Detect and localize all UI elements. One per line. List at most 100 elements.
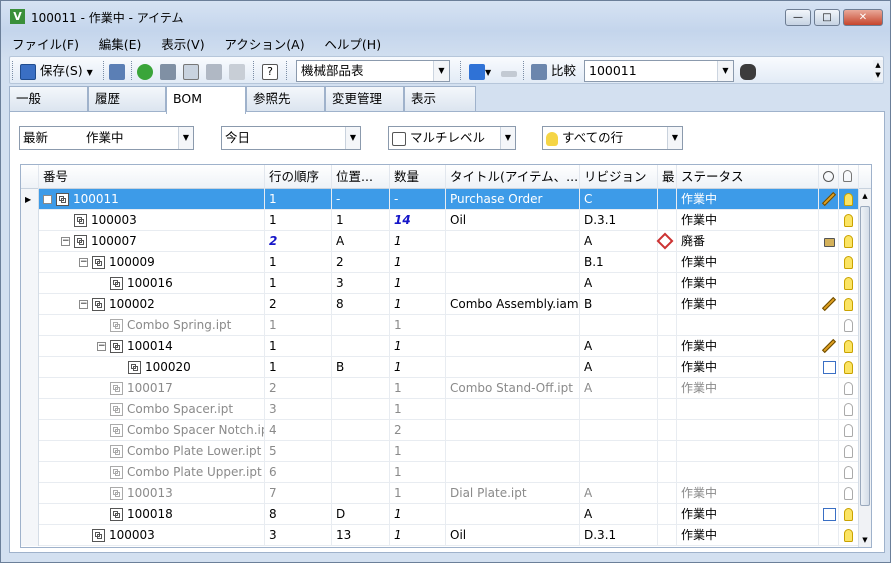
cell-number[interactable]: 100013: [39, 483, 265, 504]
cell-status[interactable]: 作業中: [677, 294, 819, 315]
cell-edit-state[interactable]: [819, 504, 839, 525]
menu-view[interactable]: 表示(V): [156, 32, 209, 55]
menu-edit[interactable]: 編集(E): [94, 32, 147, 55]
cell-position[interactable]: [332, 378, 390, 399]
cell-quantity[interactable]: 1: [390, 399, 446, 420]
cell-number[interactable]: Combo Plate Lower.ipt: [39, 441, 265, 462]
cell-edit-state[interactable]: [819, 315, 839, 336]
cell-revision[interactable]: C: [580, 189, 658, 210]
row-selector[interactable]: [21, 441, 39, 462]
cell-revision[interactable]: [580, 399, 658, 420]
cell-quantity[interactable]: 14: [390, 210, 446, 231]
cell-row-order[interactable]: 2: [265, 378, 332, 399]
find-button[interactable]: [740, 60, 756, 81]
cell-title[interactable]: [446, 420, 580, 441]
table-row[interactable]: −100007 2 A 1 A 廃番: [21, 231, 859, 252]
tab-bom[interactable]: BOM: [166, 86, 246, 114]
table-row[interactable]: Combo Spring.ipt 1 1: [21, 315, 859, 336]
cell-bulb[interactable]: [839, 294, 859, 315]
cell-bulb[interactable]: [839, 357, 859, 378]
cell-revision[interactable]: D.3.1: [580, 210, 658, 231]
cell-edit-state[interactable]: [819, 252, 839, 273]
cell-latest[interactable]: [658, 252, 677, 273]
cell-edit-state[interactable]: [819, 294, 839, 315]
close-button[interactable]: ✕: [843, 9, 883, 26]
cell-number[interactable]: 100017: [39, 378, 265, 399]
scroll-up-button[interactable]: ▲: [859, 189, 871, 203]
table-row[interactable]: 100016 1 3 1 A 作業中: [21, 273, 859, 294]
cell-title[interactable]: Combo Assembly.iam: [446, 294, 580, 315]
cell-bulb[interactable]: [839, 441, 859, 462]
collapse-toggle-icon[interactable]: −: [43, 195, 52, 204]
column-position[interactable]: 位置...: [332, 165, 390, 189]
cell-title[interactable]: Oil: [446, 525, 580, 546]
cell-status[interactable]: 作業中: [677, 525, 819, 546]
revision-filter[interactable]: 最新 作業中 ▼: [19, 126, 194, 150]
row-selector[interactable]: [21, 210, 39, 231]
cell-title[interactable]: [446, 399, 580, 420]
row-selector[interactable]: [21, 420, 39, 441]
cell-status[interactable]: 作業中: [677, 504, 819, 525]
chevron-down-icon[interactable]: ▼: [667, 127, 682, 149]
column-edit-state[interactable]: [819, 165, 839, 189]
cell-position[interactable]: [332, 441, 390, 462]
cell-revision[interactable]: B.1: [580, 252, 658, 273]
cell-row-order[interactable]: 2: [265, 294, 332, 315]
cell-latest[interactable]: [658, 504, 677, 525]
cell-number[interactable]: − 100002: [39, 294, 265, 315]
column-status[interactable]: ステータス: [677, 165, 819, 189]
cell-quantity[interactable]: 1: [390, 231, 446, 252]
link-button[interactable]: [229, 60, 245, 81]
remove-row-button[interactable]: [501, 60, 517, 81]
cell-status[interactable]: 作業中: [677, 336, 819, 357]
copy-button[interactable]: [109, 60, 125, 81]
table-row[interactable]: 100017 2 1 Combo Stand-Off.ipt A 作業中: [21, 378, 859, 399]
cell-edit-state[interactable]: [819, 210, 839, 231]
table-row[interactable]: − 100009 1 2 1 B.1 作業中: [21, 252, 859, 273]
cell-position[interactable]: [332, 483, 390, 504]
cell-title[interactable]: Combo Stand-Off.ipt: [446, 378, 580, 399]
cell-row-order[interactable]: 1: [265, 273, 332, 294]
cell-latest[interactable]: [658, 483, 677, 504]
column-row-order[interactable]: 行の順序: [265, 165, 332, 189]
row-selector[interactable]: [21, 483, 39, 504]
cell-title[interactable]: [446, 462, 580, 483]
row-selector[interactable]: [21, 294, 39, 315]
cell-latest[interactable]: [658, 525, 677, 546]
cell-revision[interactable]: [580, 420, 658, 441]
cell-quantity[interactable]: 1: [390, 504, 446, 525]
compare-combo[interactable]: 100011 ▼: [584, 60, 734, 82]
table-row[interactable]: Combo Spacer.ipt 3 1: [21, 399, 859, 420]
cell-quantity[interactable]: 1: [390, 252, 446, 273]
save-button[interactable]: 保存(S) ▼: [20, 60, 93, 81]
column-number[interactable]: 番号: [39, 165, 265, 189]
cell-latest[interactable]: [658, 210, 677, 231]
bom-view-combo[interactable]: 機械部品表 ▼: [296, 60, 450, 82]
cell-row-order[interactable]: 3: [265, 525, 332, 546]
column-bulb[interactable]: [839, 165, 859, 189]
chevron-down-icon[interactable]: ▼: [178, 127, 193, 149]
print-preview-button[interactable]: [183, 60, 199, 81]
cell-latest[interactable]: [658, 462, 677, 483]
tab-history[interactable]: 履歴: [88, 86, 166, 112]
table-row[interactable]: 100020 1 B 1 A 作業中: [21, 357, 859, 378]
cell-number[interactable]: 100018: [39, 504, 265, 525]
cell-number[interactable]: − 100009: [39, 252, 265, 273]
table-row[interactable]: Combo Plate Upper.ipt 6 1: [21, 462, 859, 483]
cell-latest[interactable]: [658, 399, 677, 420]
cell-number[interactable]: 100020: [39, 357, 265, 378]
tab-view[interactable]: 表示: [404, 86, 476, 112]
toolbar-overflow-button[interactable]: ▲ ▼: [873, 60, 883, 81]
cell-position[interactable]: A: [332, 231, 390, 252]
cell-status[interactable]: 作業中: [677, 210, 819, 231]
cell-latest[interactable]: [658, 378, 677, 399]
level-filter[interactable]: マルチレベル ▼: [388, 126, 516, 150]
menu-action[interactable]: アクション(A): [219, 32, 309, 55]
table-row[interactable]: Combo Spacer Notch.ipt 4 2: [21, 420, 859, 441]
cell-status[interactable]: 作業中: [677, 357, 819, 378]
table-row[interactable]: − 100002 2 8 1 Combo Assembly.iam B 作業中: [21, 294, 859, 315]
print-button[interactable]: [160, 60, 176, 81]
cell-position[interactable]: -: [332, 189, 390, 210]
chevron-down-icon[interactable]: ▼: [500, 127, 515, 149]
cell-edit-state[interactable]: [819, 420, 839, 441]
